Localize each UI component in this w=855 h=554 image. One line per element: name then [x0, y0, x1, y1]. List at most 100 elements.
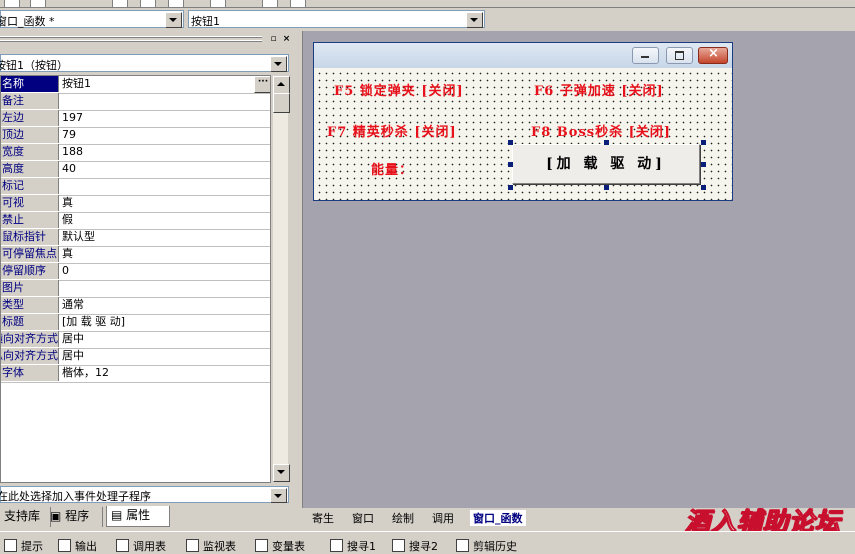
property-row[interactable]: 可视真: [1, 195, 270, 213]
property-value[interactable]: 楷体，12: [62, 365, 109, 381]
label-f5[interactable]: F5 锁定弹夹 [关闭]: [334, 80, 464, 99]
property-value[interactable]: 居中: [62, 348, 84, 364]
event-combo[interactable]: 在此处选择加入事件处理子程序: [0, 486, 289, 503]
resize-handle[interactable]: [701, 162, 706, 167]
status-output[interactable]: 输出: [58, 538, 97, 554]
property-name: 标记: [1, 178, 59, 194]
property-value[interactable]: 188: [62, 144, 83, 160]
property-row[interactable]: 备注: [1, 93, 270, 111]
search-icon: [186, 539, 199, 552]
minimize-icon[interactable]: [632, 47, 659, 64]
property-value[interactable]: 0: [62, 263, 69, 279]
status-search1[interactable]: 搜寻1: [330, 538, 376, 554]
scroll-thumb[interactable]: [273, 93, 290, 113]
scroll-up-button[interactable]: [273, 76, 290, 94]
label-f7[interactable]: F7 精英秒杀 [关闭]: [327, 121, 457, 140]
restore-icon[interactable]: ▫: [268, 35, 279, 45]
resize-handle[interactable]: [508, 185, 513, 190]
label-f8[interactable]: F8 Boss秒杀 [关闭]: [531, 121, 671, 140]
property-row[interactable]: 高度 40: [1, 161, 270, 179]
property-row[interactable]: 标记: [1, 178, 270, 196]
form-client-area[interactable]: F5 锁定弹夹 [关闭] F6 子弹加速 [关闭] F7 精英秒杀 [关闭] F…: [314, 68, 732, 200]
toolbar-button[interactable]: [290, 0, 306, 8]
status-variable-table[interactable]: 变量表: [255, 538, 305, 554]
chevron-down-icon[interactable]: [270, 488, 287, 503]
status-watch-table[interactable]: 监视表: [186, 538, 236, 554]
property-row[interactable]: 横向对齐方式居中: [1, 331, 270, 349]
form-window[interactable]: × F5 锁定弹夹 [关闭] F6 子弹加速 [关闭] F7 精英秒杀 [关闭]…: [313, 42, 733, 201]
property-value[interactable]: 真: [62, 195, 73, 211]
form-titlebar[interactable]: ×: [314, 43, 732, 68]
property-value[interactable]: 居中: [62, 331, 84, 347]
tab-program[interactable]: ▣ 程序: [50, 507, 103, 527]
property-row[interactable]: 标题 [加 载 驱 动]: [1, 314, 270, 332]
toolbar-button[interactable]: [262, 0, 278, 8]
property-value[interactable]: 假: [62, 212, 73, 228]
property-row[interactable]: 停留顺序 0: [1, 263, 270, 281]
tab-properties[interactable]: ▤ 属性: [106, 506, 170, 527]
property-row[interactable]: 类型 通常: [1, 297, 270, 315]
chevron-down-icon[interactable]: [466, 12, 483, 28]
control-combo[interactable]: 按钮1: [188, 10, 485, 28]
property-name: 备注: [1, 93, 59, 109]
toolbar-button[interactable]: [140, 0, 156, 8]
property-row[interactable]: 鼠标指针 默认型: [1, 229, 270, 247]
tab-support-library[interactable]: 支持库: [0, 507, 51, 527]
tab-call[interactable]: 调用: [432, 510, 454, 526]
property-row[interactable]: 名称 按钮1 ···: [1, 76, 270, 94]
tab-window-functions[interactable]: 窗口_函数: [470, 510, 526, 526]
property-name: 可视: [1, 195, 59, 211]
property-row[interactable]: 禁止假: [1, 212, 270, 230]
property-value[interactable]: 默认型: [62, 229, 95, 245]
toolbar-button[interactable]: [168, 0, 184, 8]
property-value[interactable]: 通常: [62, 297, 84, 313]
property-scrollbar[interactable]: [272, 75, 290, 483]
tab-window[interactable]: 窗口: [352, 510, 374, 526]
property-value[interactable]: 40: [62, 161, 76, 177]
status-call-table[interactable]: 调用表: [116, 538, 166, 554]
property-value[interactable]: 79: [62, 127, 76, 143]
property-row[interactable]: 图片: [1, 280, 270, 298]
maximize-icon[interactable]: [666, 47, 693, 64]
chevron-down-icon[interactable]: [165, 12, 182, 28]
close-icon[interactable]: ×: [698, 46, 728, 64]
load-driver-button[interactable]: [加 载 驱 动]: [512, 144, 700, 184]
property-row[interactable]: 可停留焦点真: [1, 246, 270, 264]
label-energy[interactable]: 能量：: [371, 159, 413, 178]
property-name: 横向对齐方式: [1, 331, 59, 347]
property-value[interactable]: [加 载 驱 动]: [62, 314, 125, 330]
resize-handle[interactable]: [604, 140, 609, 145]
tab-draw[interactable]: 绘制: [392, 510, 414, 526]
property-row[interactable]: 宽度 188: [1, 144, 270, 162]
properties-icon: ▤: [111, 508, 127, 522]
chevron-down-icon[interactable]: [270, 56, 287, 72]
object-combo[interactable]: 按钮1（按钮）: [0, 54, 289, 72]
toolbar-button[interactable]: [30, 0, 46, 8]
toolbar-button[interactable]: [4, 0, 20, 8]
status-clip-history[interactable]: 剪辑历史: [456, 538, 517, 554]
resize-handle[interactable]: [701, 185, 706, 190]
property-name: 宽度: [1, 144, 59, 160]
ellipsis-button[interactable]: ···: [254, 76, 270, 93]
scroll-down-button[interactable]: [273, 464, 290, 482]
resize-handle[interactable]: [604, 185, 609, 190]
property-value[interactable]: 真: [62, 246, 73, 262]
resize-handle[interactable]: [701, 140, 706, 145]
property-row[interactable]: 字体 楷体，12: [1, 365, 270, 383]
property-row[interactable]: 左边 197: [1, 110, 270, 128]
status-search2[interactable]: 搜寻2: [392, 538, 438, 554]
property-value[interactable]: 197: [62, 110, 83, 126]
label-f6[interactable]: F6 子弹加速 [关闭]: [534, 80, 664, 99]
status-hint[interactable]: 提示: [4, 538, 43, 554]
resize-handle[interactable]: [508, 162, 513, 167]
window-combo[interactable]: 窗口_函数 *: [0, 10, 184, 28]
toolbar-button[interactable]: [210, 0, 226, 8]
property-value[interactable]: 按钮1: [62, 76, 91, 92]
property-row[interactable]: 顶边 79: [1, 127, 270, 145]
resize-handle[interactable]: [508, 140, 513, 145]
toolbar-button[interactable]: [112, 0, 128, 8]
status-label: 搜寻1: [347, 540, 376, 553]
property-row[interactable]: 纵向对齐方式居中: [1, 348, 270, 366]
close-icon[interactable]: ×: [281, 35, 292, 45]
tab-host[interactable]: 寄生: [312, 510, 334, 526]
